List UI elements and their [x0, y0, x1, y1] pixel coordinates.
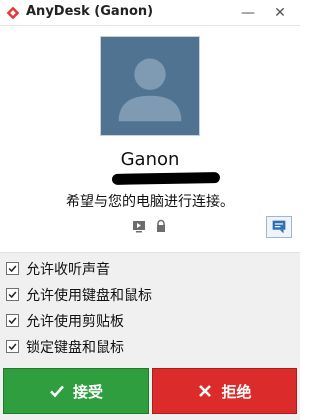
checkmark-icon [8, 265, 17, 273]
allow-clipboard-label: 允许使用剪贴板 [26, 314, 124, 330]
user-silhouette-icon [101, 37, 199, 135]
allow-keyboard-mouse-label: 允许使用键盘和鼠标 [26, 288, 152, 304]
option-lock-keyboard-mouse[interactable]: 锁定键盘和鼠标 [6, 337, 266, 357]
option-allow-clipboard[interactable]: 允许使用剪贴板 [6, 311, 266, 331]
title-bar: AnyDesk (Ganon) — ✕ [0, 0, 300, 26]
avatar [100, 36, 200, 136]
close-button[interactable]: ✕ [268, 2, 292, 24]
allow-keyboard-mouse-checkbox[interactable] [6, 288, 19, 301]
lock-icon [157, 219, 165, 232]
screen-play-icon [133, 221, 145, 233]
option-allow-keyboard-mouse[interactable]: 允许使用键盘和鼠标 [6, 285, 266, 305]
lock-keyboard-mouse-checkbox[interactable] [6, 340, 19, 353]
reject-label: 拒绝 [221, 382, 252, 401]
minimize-button[interactable]: — [236, 2, 260, 24]
action-buttons: 接受 拒绝 [0, 364, 300, 420]
allow-sound-label: 允许收听声音 [26, 262, 110, 278]
chat-icon [272, 220, 286, 234]
user-name: Ganon [120, 149, 180, 170]
accept-button[interactable]: 接受 [3, 368, 149, 414]
permissions-panel: 允许收听声音 允许使用键盘和鼠标 允许使用剪贴板 锁定键盘和鼠标 [0, 252, 300, 364]
connection-message: 希望与您的电脑进行连接。 [66, 194, 234, 210]
chat-button[interactable] [266, 216, 292, 238]
lock-keyboard-mouse-label: 锁定键盘和鼠标 [26, 340, 124, 356]
checkmark-icon [8, 317, 17, 325]
checkmark-icon [50, 385, 64, 398]
reject-button[interactable]: 拒绝 [152, 368, 297, 414]
redacted-address [111, 172, 221, 185]
checkmark-icon [8, 291, 17, 299]
option-allow-sound[interactable]: 允许收听声音 [6, 259, 266, 279]
connection-request-panel: Ganon 希望与您的电脑进行连接。 [0, 26, 300, 252]
cross-icon [199, 385, 212, 397]
allow-sound-checkbox[interactable] [6, 262, 19, 275]
allow-clipboard-checkbox[interactable] [6, 314, 19, 327]
accept-label: 接受 [72, 382, 103, 401]
checkmark-icon [8, 343, 17, 351]
window-title: AnyDesk (Ganon) [26, 4, 154, 19]
anydesk-logo-icon [6, 6, 20, 20]
